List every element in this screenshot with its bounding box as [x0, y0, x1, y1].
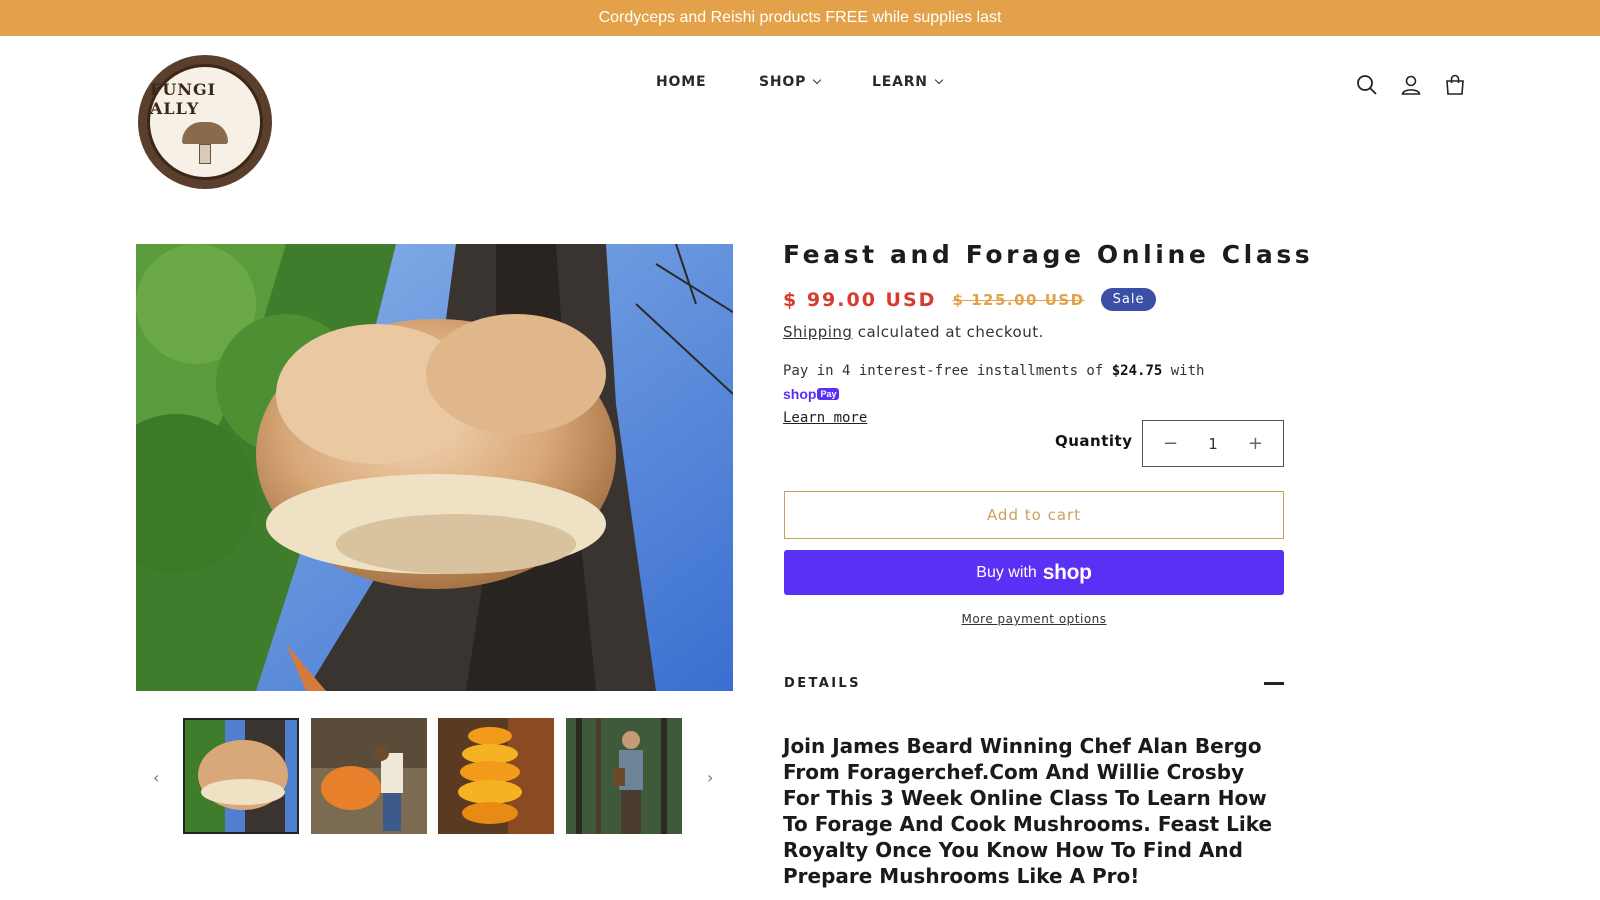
mushroom-photo — [136, 244, 733, 691]
price-row: $ 99.00 USD $ 125.00 USD Sale — [783, 288, 1157, 311]
shipping-link[interactable]: Shipping — [783, 323, 852, 341]
quantity-input[interactable]: 1 — [1208, 435, 1218, 453]
installments-prefix: Pay in 4 interest-free installments of — [783, 363, 1112, 379]
installments-suffix: with — [1162, 363, 1205, 379]
gallery-prev-button[interactable]: ‹ — [153, 768, 159, 787]
search-icon[interactable] — [1355, 73, 1379, 97]
thumbnail-orange-shelf-fungi[interactable] — [438, 718, 554, 834]
thumbnail-image — [438, 718, 554, 834]
nav-learn[interactable]: LEARN — [872, 74, 944, 90]
thumbnail-oyster-mushroom-tree[interactable] — [183, 718, 299, 834]
gallery-next-button[interactable]: › — [707, 768, 713, 787]
learn-more-link[interactable]: Learn more — [783, 410, 867, 426]
product-title: Feast and Forage Online Class — [783, 240, 1314, 269]
regular-price: $ 125.00 USD — [952, 290, 1085, 309]
cart-icon[interactable] — [1443, 73, 1467, 97]
announcement-bar: Cordyceps and Reishi products FREE while… — [0, 0, 1600, 36]
nav-home-label: HOME — [656, 74, 707, 90]
chevron-down-icon — [934, 75, 944, 85]
logo-badge: FUNGI ALLY — [147, 64, 263, 180]
announcement-text: Cordyceps and Reishi products FREE while… — [598, 9, 1002, 26]
more-payment-options-link[interactable]: More payment options — [784, 612, 1284, 626]
store-logo[interactable]: FUNGI ALLY — [138, 55, 272, 189]
account-icon[interactable] — [1399, 73, 1423, 97]
thumbnail-image — [311, 718, 427, 834]
thumbnail-forager-in-forest[interactable] — [566, 718, 682, 834]
add-to-cart-label: Add to cart — [986, 506, 1082, 524]
shop-pay-tag: Pay — [817, 388, 840, 400]
nav-shop[interactable]: SHOP — [759, 74, 822, 90]
thumbnail-image — [185, 720, 297, 832]
thumbnail-person-harvesting[interactable] — [311, 718, 427, 834]
shipping-text: calculated at checkout. — [852, 323, 1044, 341]
quantity-label: Quantity — [1055, 432, 1133, 450]
quantity-stepper: − 1 + — [1142, 420, 1284, 467]
chevron-left-icon: ‹ — [153, 768, 160, 787]
logo-text: FUNGI ALLY — [150, 80, 217, 118]
quantity-decrease-button[interactable]: − — [1163, 433, 1178, 454]
details-label: DETAILS — [784, 676, 861, 691]
quantity-increase-button[interactable]: + — [1248, 433, 1263, 454]
shop-logo: shop — [1042, 560, 1092, 584]
shop-pay-brand: shop — [783, 386, 817, 402]
sale-badge: Sale — [1100, 288, 1157, 311]
nav-learn-label: LEARN — [872, 74, 928, 90]
nav-home[interactable]: HOME — [656, 74, 706, 90]
nav-shop-label: SHOP — [759, 74, 807, 90]
sale-price: $ 99.00 USD — [783, 288, 937, 311]
shop-pay-logo: shop Pay — [783, 386, 840, 402]
product-description: Join James Beard Winning Chef Alan Bergo… — [783, 734, 1273, 888]
buy-with-shop-button[interactable]: Buy with shop — [784, 550, 1284, 595]
buy-with-label: Buy with — [976, 563, 1037, 581]
thumbnail-image — [566, 718, 682, 834]
add-to-cart-button[interactable]: Add to cart — [784, 491, 1284, 539]
shipping-note: Shipping calculated at checkout. — [783, 323, 1044, 341]
chevron-down-icon — [812, 75, 822, 85]
installments-amount: $24.75 — [1111, 363, 1163, 379]
product-main-image[interactable] — [136, 244, 733, 691]
chevron-right-icon: › — [707, 768, 714, 787]
collapse-icon — [1264, 682, 1284, 685]
details-accordion-header[interactable]: DETAILS — [784, 676, 1284, 691]
logo-mushroom-cap — [182, 122, 228, 144]
logo-mushroom-stem — [199, 144, 211, 164]
